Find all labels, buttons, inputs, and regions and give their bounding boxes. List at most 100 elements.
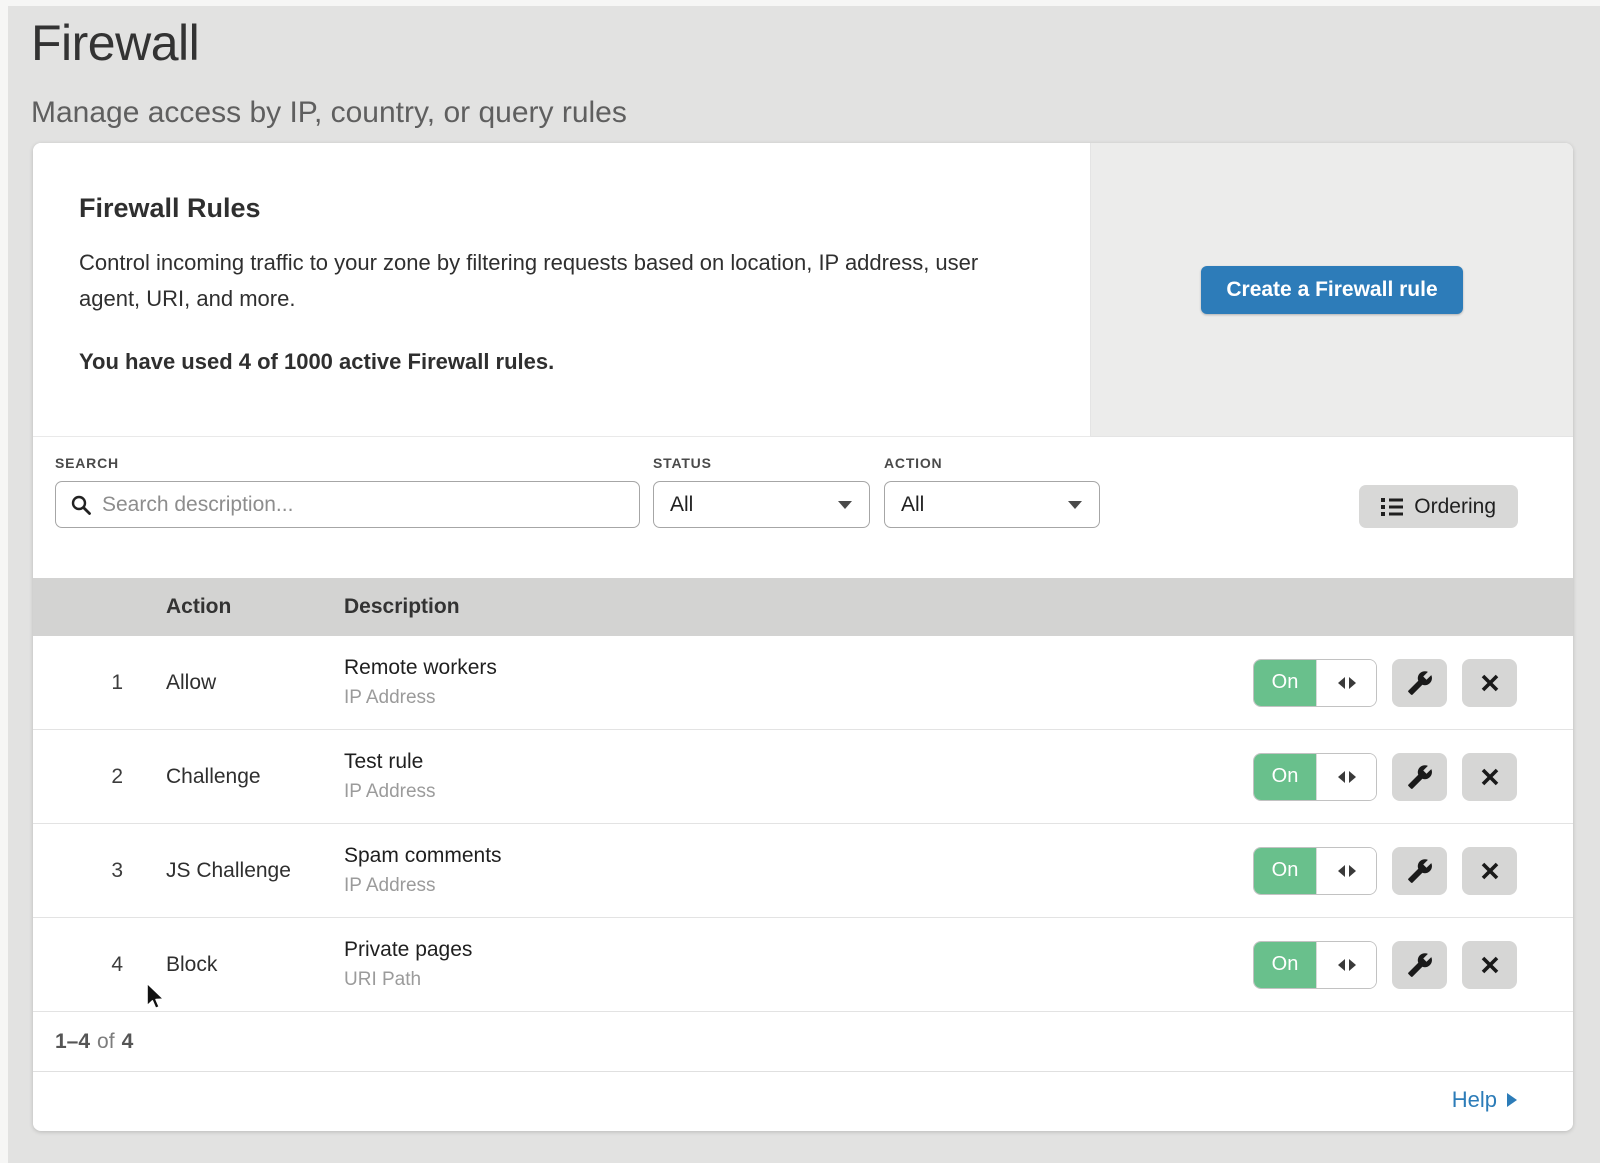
toggle-on-label[interactable]: On xyxy=(1254,660,1316,706)
firewall-rules-card: Firewall Rules Control incoming traffic … xyxy=(33,143,1573,1131)
wrench-icon xyxy=(1407,952,1433,978)
rule-description: Remote workers xyxy=(344,656,1253,680)
ordered-list-icon xyxy=(1381,497,1403,517)
wrench-icon xyxy=(1407,670,1433,696)
rule-description-cell: Remote workers IP Address xyxy=(344,656,1253,709)
toggle-handle[interactable] xyxy=(1316,660,1376,706)
rule-match-type: IP Address xyxy=(344,875,1253,897)
delete-rule-button[interactable] xyxy=(1462,847,1517,895)
pagination-total: 4 xyxy=(122,1030,134,1054)
close-icon xyxy=(1479,766,1501,788)
close-icon xyxy=(1479,954,1501,976)
delete-rule-button[interactable] xyxy=(1462,941,1517,989)
rule-priority: 4 xyxy=(33,953,123,977)
rule-action: Allow xyxy=(123,671,344,695)
section-description: Control incoming traffic to your zone by… xyxy=(79,245,1024,317)
search-icon xyxy=(70,494,92,516)
action-filter: ACTION All xyxy=(884,455,1100,578)
rule-enabled-toggle[interactable]: On xyxy=(1253,941,1377,989)
filters-bar: SEARCH STATUS All ACTION All xyxy=(33,437,1573,578)
window-edge-top xyxy=(0,0,1600,6)
search-label: SEARCH xyxy=(55,455,640,471)
search-input-wrap[interactable] xyxy=(55,481,640,528)
rule-action: Block xyxy=(123,953,344,977)
page-subtitle: Manage access by IP, country, or query r… xyxy=(31,96,1600,130)
usage-summary: You have used 4 of 1000 active Firewall … xyxy=(79,349,1050,375)
rule-priority: 2 xyxy=(33,765,123,789)
create-firewall-rule-button[interactable]: Create a Firewall rule xyxy=(1201,266,1462,314)
rules-table-body: 1 Allow Remote workers IP Address On xyxy=(33,636,1573,1012)
rule-match-type: IP Address xyxy=(344,687,1253,709)
rule-action: JS Challenge xyxy=(123,859,344,883)
spread-arrows-icon xyxy=(1337,958,1357,972)
table-row: 4 Block Private pages URI Path On xyxy=(33,918,1573,1012)
help-link[interactable]: Help xyxy=(1452,1087,1518,1113)
card-footer: Help xyxy=(33,1072,1573,1128)
pagination-status: 1–4 of 4 xyxy=(33,1012,1573,1072)
pagination-range: 1–4 xyxy=(55,1030,90,1054)
action-select[interactable]: All xyxy=(884,481,1100,528)
rule-description: Test rule xyxy=(344,750,1253,774)
table-row: 2 Challenge Test rule IP Address On xyxy=(33,730,1573,824)
rule-description: Private pages xyxy=(344,938,1253,962)
ordering-button-label: Ordering xyxy=(1414,495,1496,519)
edit-rule-button[interactable] xyxy=(1392,659,1447,707)
table-header: Action Description xyxy=(33,578,1573,636)
action-column-header: Action xyxy=(123,595,344,619)
status-select[interactable]: All xyxy=(653,481,870,528)
status-selected-value: All xyxy=(670,493,693,517)
description-column-header: Description xyxy=(344,595,1573,619)
close-icon xyxy=(1479,860,1501,882)
chevron-down-icon xyxy=(1067,500,1083,510)
wrench-icon xyxy=(1407,764,1433,790)
close-icon xyxy=(1479,672,1501,694)
delete-rule-button[interactable] xyxy=(1462,753,1517,801)
rule-action: Challenge xyxy=(123,765,344,789)
spread-arrows-icon xyxy=(1337,676,1357,690)
edit-rule-button[interactable] xyxy=(1392,753,1447,801)
rule-controls: On xyxy=(1253,941,1573,989)
table-row: 3 JS Challenge Spam comments IP Address … xyxy=(33,824,1573,918)
rule-enabled-toggle[interactable]: On xyxy=(1253,753,1377,801)
delete-rule-button[interactable] xyxy=(1462,659,1517,707)
edit-rule-button[interactable] xyxy=(1392,941,1447,989)
pagination-connector: of xyxy=(97,1030,115,1054)
rule-enabled-toggle[interactable]: On xyxy=(1253,847,1377,895)
toggle-on-label[interactable]: On xyxy=(1254,942,1316,988)
spread-arrows-icon xyxy=(1337,770,1357,784)
toggle-handle[interactable] xyxy=(1316,848,1376,894)
help-link-label: Help xyxy=(1452,1087,1497,1113)
section-title: Firewall Rules xyxy=(79,193,1050,224)
rule-enabled-toggle[interactable]: On xyxy=(1253,659,1377,707)
edit-rule-button[interactable] xyxy=(1392,847,1447,895)
arrow-right-icon xyxy=(1506,1092,1518,1108)
chevron-down-icon xyxy=(837,500,853,510)
rule-description-cell: Spam comments IP Address xyxy=(344,844,1253,897)
rule-match-type: IP Address xyxy=(344,781,1253,803)
toggle-handle[interactable] xyxy=(1316,754,1376,800)
action-label: ACTION xyxy=(884,455,1100,471)
rule-match-type: URI Path xyxy=(344,969,1253,991)
status-filter: STATUS All xyxy=(653,455,870,578)
wrench-icon xyxy=(1407,858,1433,884)
ordering-button[interactable]: Ordering xyxy=(1359,485,1518,528)
toggle-on-label[interactable]: On xyxy=(1254,754,1316,800)
rule-priority: 3 xyxy=(33,859,123,883)
rule-controls: On xyxy=(1253,847,1573,895)
search-filter: SEARCH xyxy=(55,455,640,578)
table-row: 1 Allow Remote workers IP Address On xyxy=(33,636,1573,730)
page-title: Firewall xyxy=(31,14,1600,72)
intro-section: Firewall Rules Control incoming traffic … xyxy=(33,143,1573,437)
rule-controls: On xyxy=(1253,753,1573,801)
action-selected-value: All xyxy=(901,493,924,517)
create-rule-panel: Create a Firewall rule xyxy=(1091,143,1573,437)
spread-arrows-icon xyxy=(1337,864,1357,878)
toggle-on-label[interactable]: On xyxy=(1254,848,1316,894)
rule-controls: On xyxy=(1253,659,1573,707)
rule-description-cell: Private pages URI Path xyxy=(344,938,1253,991)
search-input[interactable] xyxy=(102,493,625,517)
rule-description: Spam comments xyxy=(344,844,1253,868)
toggle-handle[interactable] xyxy=(1316,942,1376,988)
window-edge-left xyxy=(0,0,8,1163)
status-label: STATUS xyxy=(653,455,870,471)
